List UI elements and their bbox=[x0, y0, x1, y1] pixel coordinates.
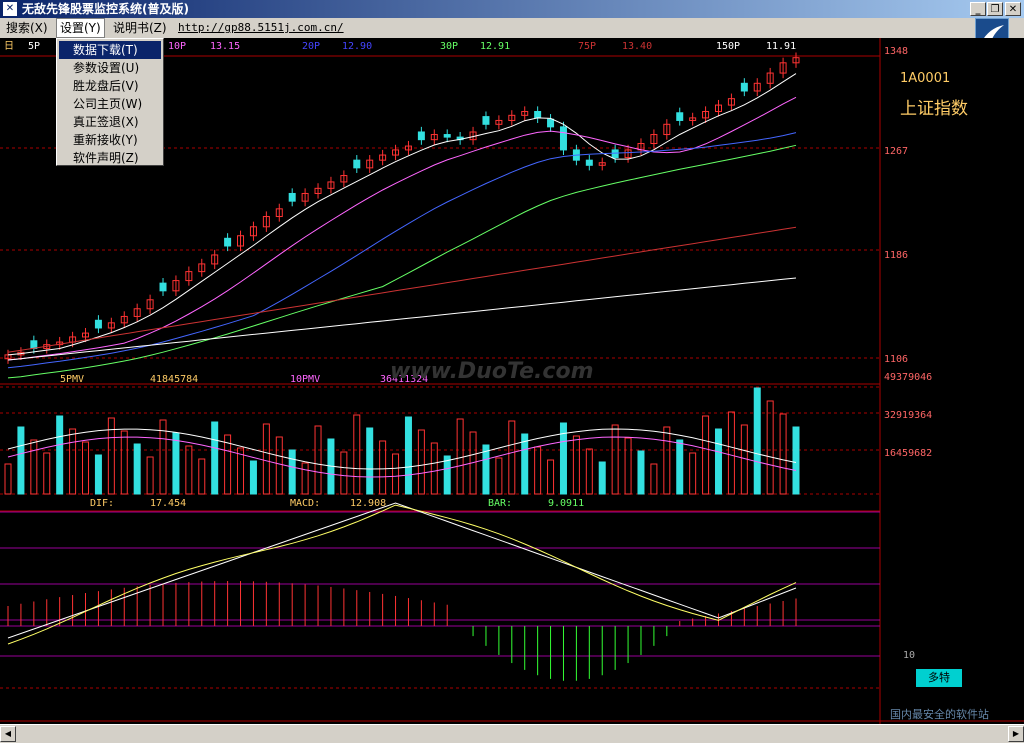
scroll-left-arrow-icon[interactable]: ◀ bbox=[0, 726, 16, 742]
volume-bar bbox=[172, 432, 180, 495]
macd-corner-tick: 10 bbox=[903, 650, 915, 661]
volume-bar bbox=[133, 443, 141, 495]
volume-bar bbox=[792, 426, 800, 495]
macd-value-macd: 12.908 bbox=[350, 498, 386, 509]
ma-label-150P: 150P bbox=[716, 41, 740, 52]
ma-value-30P: 12.91 bbox=[480, 41, 510, 52]
stock-code: 1A0001 bbox=[900, 71, 950, 86]
volume-bar bbox=[211, 421, 219, 495]
volume-bar bbox=[288, 449, 296, 495]
center-watermark: www.DuoTe.com bbox=[390, 359, 594, 384]
horizontal-scrollbar[interactable]: ◀ ▶ bbox=[0, 724, 1024, 743]
volume-bar bbox=[404, 416, 412, 495]
menu-item-signout[interactable]: 真正签退(X) bbox=[59, 113, 161, 131]
menu-bar: 搜索(X) 设置(Y) 说明书(Z) http://gp88.5151j.com… bbox=[0, 18, 1024, 38]
bottom-watermark: 国内最安全的软件站 bbox=[890, 708, 989, 721]
volume-bar bbox=[249, 460, 257, 495]
volume-bar bbox=[637, 450, 645, 495]
price-tick-4: 1106 bbox=[884, 354, 908, 365]
candle-body bbox=[740, 82, 748, 92]
scroll-right-arrow-icon[interactable]: ▶ bbox=[1008, 726, 1024, 742]
volume-bar bbox=[598, 461, 606, 495]
menu-item-data-download[interactable]: 数据下载(T) bbox=[59, 41, 161, 59]
price-tick-1: 1348 bbox=[884, 46, 908, 57]
settings-dropdown: 数据下载(T) 参数设置(U) 胜龙盘后(V) 公司主页(W) 真正签退(X) … bbox=[56, 38, 164, 166]
menu-search[interactable]: 搜索(X) bbox=[3, 18, 51, 38]
candle-body bbox=[159, 282, 167, 292]
macd-value-bar: 9.0911 bbox=[548, 498, 584, 509]
menu-item-homepage[interactable]: 公司主页(W) bbox=[59, 95, 161, 113]
vol-value-5pmv: 41845784 bbox=[150, 374, 198, 385]
candle-body bbox=[30, 340, 38, 349]
ma-label-75P: 75P bbox=[578, 41, 596, 52]
ma-value-75P: 13.40 bbox=[622, 41, 652, 52]
stock-name: 上证指数 bbox=[900, 99, 968, 119]
candle-body bbox=[611, 149, 619, 159]
price-tick-3: 1186 bbox=[884, 250, 908, 261]
vol-tick-3: 16459682 bbox=[884, 448, 932, 459]
candle-body bbox=[94, 319, 102, 329]
candle-body bbox=[417, 131, 425, 141]
menu-manual[interactable]: 说明书(Z) bbox=[110, 18, 170, 38]
candle-body bbox=[547, 118, 555, 128]
candle-body bbox=[585, 159, 593, 166]
app-icon: ✕ bbox=[3, 2, 17, 16]
menu-item-reconnect[interactable]: 重新接收(Y) bbox=[59, 131, 161, 149]
menu-item-parameter-settings[interactable]: 参数设置(U) bbox=[59, 59, 161, 77]
candle-body bbox=[676, 112, 684, 121]
candle-body bbox=[353, 159, 361, 169]
macd-label-dif: DIF: bbox=[90, 498, 114, 509]
maximize-button[interactable]: ❐ bbox=[987, 2, 1003, 16]
candle-body bbox=[443, 134, 451, 138]
volume-bar bbox=[676, 439, 684, 495]
ma-label-30P: 30P bbox=[440, 41, 458, 52]
vol-label-10pmv: 10PMV bbox=[290, 374, 320, 385]
vol-label-5pmv: 5PMV bbox=[60, 374, 84, 385]
volume-bar bbox=[56, 415, 64, 495]
candle-body bbox=[288, 192, 296, 202]
volume-bar bbox=[753, 387, 761, 495]
volume-bar bbox=[366, 427, 374, 495]
volume-bar bbox=[17, 426, 25, 495]
badge-watermark: 多特 bbox=[916, 669, 962, 687]
ma-value-10P: 13.15 bbox=[210, 41, 240, 52]
minimize-button[interactable]: _ bbox=[970, 2, 986, 16]
macd-value-dif: 17.454 bbox=[150, 498, 186, 509]
window-title: 无敌先锋股票监控系统(普及版) bbox=[22, 2, 189, 16]
ma-label-10P: 10P bbox=[168, 41, 186, 52]
close-button[interactable]: ✕ bbox=[1005, 2, 1021, 16]
macd-label-macd: MACD: bbox=[290, 498, 320, 509]
macd-label-bar: BAR: bbox=[488, 498, 512, 509]
menu-item-shenglong[interactable]: 胜龙盘后(V) bbox=[59, 77, 161, 95]
ma-value-150P: 11.91 bbox=[766, 41, 796, 52]
title-bar: ✕ 无敌先锋股票监控系统(普及版) _ ❐ ✕ bbox=[0, 0, 1024, 18]
candle-body bbox=[559, 126, 567, 151]
vol-tick-1: 49379046 bbox=[884, 372, 932, 383]
ma-value-20P: 12.90 bbox=[342, 41, 372, 52]
volume-bar bbox=[443, 455, 451, 495]
candle-body bbox=[534, 110, 542, 119]
volume-bar bbox=[94, 454, 102, 495]
period-label: 日 bbox=[4, 41, 14, 52]
vol-tick-2: 32919364 bbox=[884, 410, 932, 421]
website-link[interactable]: http://gp88.5151j.com.cn/ bbox=[178, 18, 344, 38]
candle-body bbox=[224, 237, 232, 247]
candle-body bbox=[482, 116, 490, 125]
price-tick-2: 1267 bbox=[884, 146, 908, 157]
ma-label-20P: 20P bbox=[302, 41, 320, 52]
menu-settings[interactable]: 设置(Y) bbox=[56, 18, 105, 38]
menu-item-disclaimer[interactable]: 软件声明(Z) bbox=[59, 149, 161, 167]
ma-label-5P: 5P bbox=[28, 41, 40, 52]
volume-bar bbox=[714, 428, 722, 495]
volume-bar bbox=[521, 433, 529, 495]
